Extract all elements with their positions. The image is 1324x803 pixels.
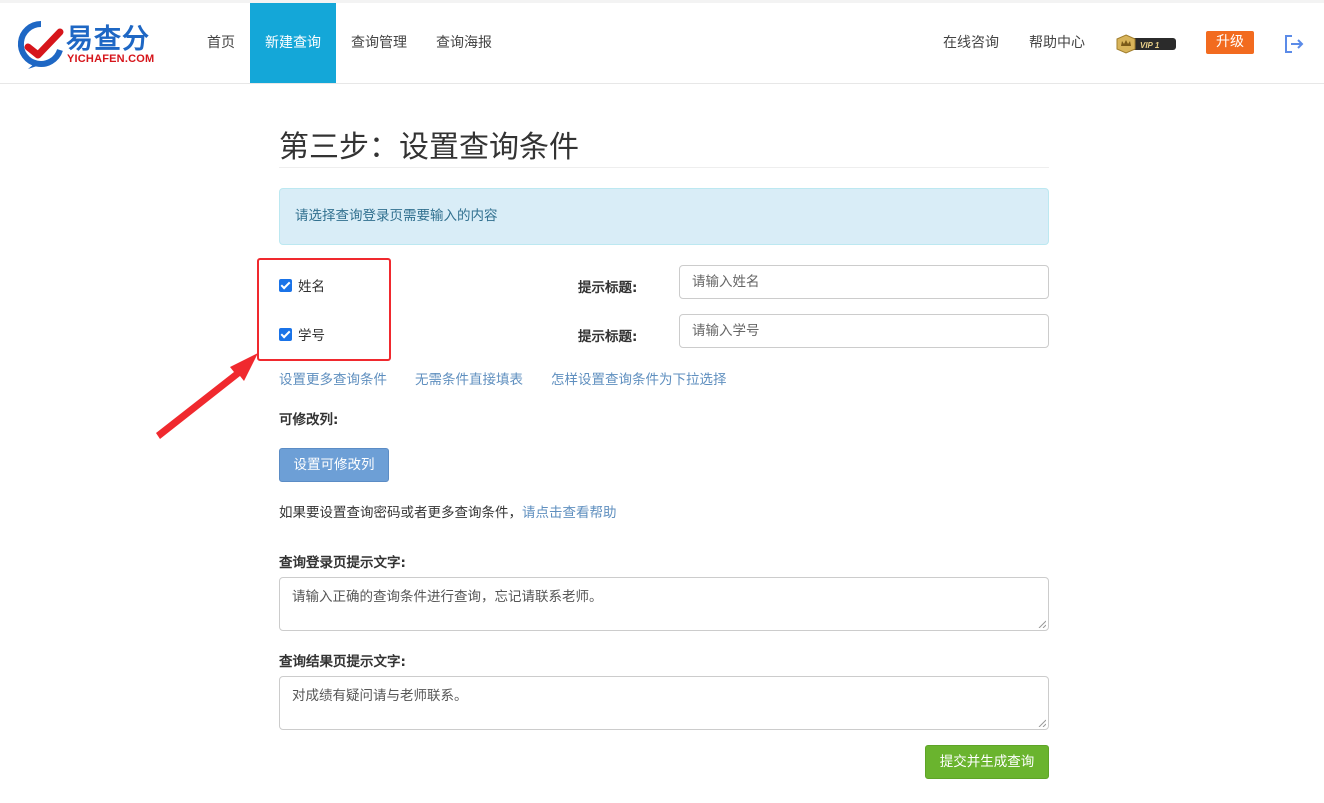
nav-online-consult[interactable]: 在线咨询 — [943, 3, 999, 83]
help-text: 如果要设置查询密码或者更多查询条件，请点击查看帮助 — [279, 501, 617, 521]
result-hint-value: 对成绩有疑问请与老师联系。 — [292, 688, 468, 704]
brand-domain: YICHAFEN.COM — [67, 53, 155, 65]
resize-grip-icon[interactable] — [1038, 719, 1046, 727]
link-no-condition[interactable]: 无需条件直接填表 — [415, 368, 523, 388]
info-alert: 请选择查询登录页需要输入的内容 — [279, 188, 1049, 245]
vip-level-text: VIP 1 — [1140, 41, 1160, 50]
editable-columns-label: 可修改列: — [279, 412, 339, 428]
upgrade-button[interactable]: 升级 — [1206, 31, 1254, 54]
hint-title-label-name: 提示标题: — [578, 280, 638, 296]
nav-query-poster[interactable]: 查询海报 — [422, 3, 506, 83]
login-hint-label: 查询登录页提示文字: — [279, 555, 406, 571]
help-text-body: 如果要设置查询密码或者更多查询条件， — [279, 505, 522, 521]
hint-title-input-name[interactable]: 请输入姓名 — [679, 265, 1049, 299]
title-divider — [279, 167, 1049, 168]
hint-title-input-id-placeholder: 请输入学号 — [692, 323, 760, 339]
result-hint-label: 查询结果页提示文字: — [279, 654, 406, 670]
logout-icon[interactable] — [1283, 33, 1305, 55]
top-navbar: 易查分 YICHAFEN.COM 首页 新建查询 查询管理 查询海报 在线咨询 … — [0, 0, 1324, 84]
hint-title-input-id[interactable]: 请输入学号 — [679, 314, 1049, 348]
help-link[interactable]: 请点击查看帮助 — [522, 505, 617, 521]
annotation-highlight-box — [257, 258, 391, 361]
resize-grip-icon[interactable] — [1038, 620, 1046, 628]
submit-generate-button[interactable]: 提交并生成查询 — [925, 745, 1049, 779]
logo[interactable]: 易查分 YICHAFEN.COM — [16, 14, 166, 70]
nav-query-manage[interactable]: 查询管理 — [337, 3, 421, 83]
link-more-conditions[interactable]: 设置更多查询条件 — [279, 368, 387, 388]
link-dropdown-help[interactable]: 怎样设置查询条件为下拉选择 — [551, 368, 727, 388]
logo-check-icon — [17, 20, 64, 69]
nav-new-query[interactable]: 新建查询 — [250, 3, 336, 83]
nav-help-center[interactable]: 帮助中心 — [1029, 3, 1085, 83]
brand-name: 易查分 — [66, 24, 150, 55]
login-hint-textarea[interactable]: 请输入正确的查询条件进行查询，忘记请联系老师。 — [279, 577, 1049, 631]
page-title: 第三步：设置查询条件 — [279, 130, 579, 165]
hint-title-label-id: 提示标题: — [578, 329, 638, 345]
annotation-arrow-icon — [156, 353, 258, 439]
result-hint-textarea[interactable]: 对成绩有疑问请与老师联系。 — [279, 676, 1049, 730]
hint-title-input-name-placeholder: 请输入姓名 — [692, 274, 760, 290]
login-hint-value: 请输入正确的查询条件进行查询，忘记请联系老师。 — [292, 589, 603, 605]
nav-home[interactable]: 首页 — [193, 3, 249, 83]
vip-badge-icon[interactable]: VIP 1 — [1116, 34, 1178, 54]
set-editable-columns-button[interactable]: 设置可修改列 — [279, 448, 389, 482]
